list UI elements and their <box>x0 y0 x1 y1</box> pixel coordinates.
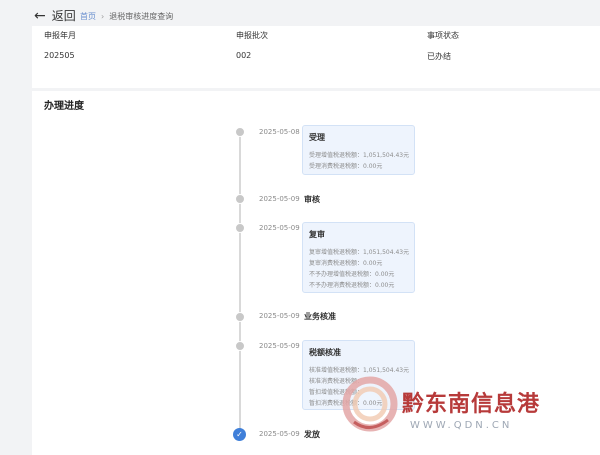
step-date: 2025-05-09 <box>259 430 300 438</box>
breadcrumb-home[interactable]: 首页 <box>80 11 96 22</box>
detail-line: 复审消费税退税额：0.00元 <box>309 260 383 267</box>
watermark-logo-icon <box>342 376 398 432</box>
back-button[interactable]: ← 返回 <box>34 8 76 24</box>
arrow-left-icon: ← <box>34 8 46 24</box>
field-label: 申报年月 <box>44 31 76 40</box>
timeline-line <box>239 131 241 431</box>
detail-line: 受理增值税退税额：1,051,504.43元 <box>309 152 410 159</box>
summary-card: 申报年月 202505 申报批次 002 事项状态 已办结 <box>32 26 600 88</box>
field-value: 002 <box>236 51 252 60</box>
timeline-dot <box>235 223 245 233</box>
breadcrumb-separator-icon: › <box>101 12 105 21</box>
detail-line: 受理消费税退税额：0.00元 <box>309 163 383 170</box>
field-declare-month: 申报年月 202505 <box>44 30 76 60</box>
field-declare-batch: 申报批次 002 <box>236 30 268 60</box>
back-label: 返回 <box>51 9 76 23</box>
detail-line: 不予办理增值税退税额：0.00元 <box>309 271 395 278</box>
timeline-dot <box>235 194 245 204</box>
step-date: 2025-05-09 <box>259 342 300 350</box>
step-title: 审核 <box>304 195 320 204</box>
detail-line: 复审增值税退税额：1,051,504.43元 <box>309 249 410 256</box>
section-title: 办理进度 <box>44 101 84 112</box>
step-title: 业务核准 <box>304 312 336 321</box>
timeline-dot <box>235 127 245 137</box>
field-value: 已办结 <box>427 52 451 61</box>
field-label: 事项状态 <box>427 31 459 40</box>
step-detail-box: 复审 复审增值税退税额：1,051,504.43元 复审消费税退税额：0.00元… <box>302 222 415 293</box>
step-title: 复审 <box>309 230 325 239</box>
detail-line: 不予办理消费税退税额：0.00元 <box>309 282 395 289</box>
step-detail-box: 受理 受理增值税退税额：1,051,504.43元 受理消费税退税额：0.00元 <box>302 125 415 175</box>
breadcrumb-current: 退税审核进度查询 <box>109 12 174 21</box>
step-date: 2025-05-09 <box>259 312 300 320</box>
field-label: 申报批次 <box>236 31 268 40</box>
watermark-url: WWW.QDN.CN <box>410 420 513 431</box>
step-date: 2025-05-09 <box>259 195 300 203</box>
field-status: 事项状态 已办结 <box>427 30 459 62</box>
breadcrumb: 首页 › 退税审核进度查询 <box>80 11 173 22</box>
timeline-dot <box>235 341 245 351</box>
step-date: 2025-05-09 <box>259 224 300 232</box>
watermark-name: 黔东南信息港 <box>402 391 541 417</box>
watermark: 黔东南信息港 WWW.QDN.CN <box>340 368 600 455</box>
step-title: 受理 <box>309 133 325 142</box>
field-value: 202505 <box>44 51 75 60</box>
step-date: 2025-05-08 <box>259 128 300 136</box>
step-title: 税额核准 <box>309 348 341 357</box>
check-icon: ✓ <box>233 428 246 441</box>
step-title: 发放 <box>304 430 320 439</box>
timeline-dot <box>235 312 245 322</box>
